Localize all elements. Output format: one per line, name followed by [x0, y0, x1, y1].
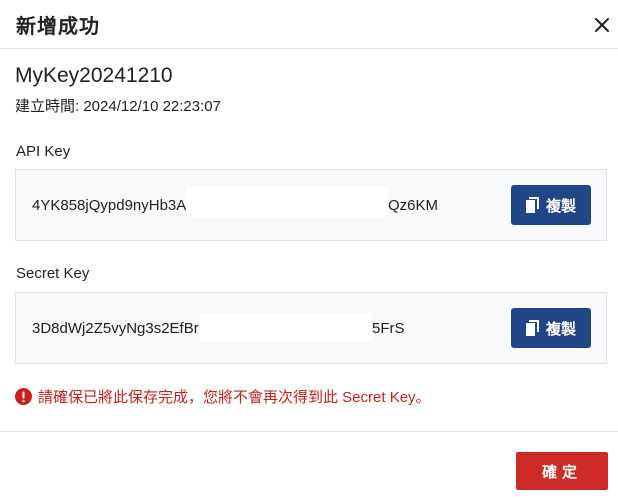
- api-key-box: 4YK858jQypd9nyHb3A Qz6KM 複製: [15, 169, 607, 241]
- copy-label: 複製: [545, 320, 576, 338]
- created-value: 2024/12/10 22:23:07: [83, 98, 221, 115]
- copy-secret-key-button[interactable]: 複製: [511, 308, 591, 348]
- footer-divider: [0, 431, 618, 432]
- warning-text: 請確保已將此保存完成，您將不會再次得到此 Secret Key。: [38, 389, 431, 406]
- success-dialog: 新增成功 MyKey20241210 建立時間: 2024/12/10 22:2…: [0, 0, 618, 499]
- key-name: MyKey20241210: [15, 64, 173, 87]
- secret-key-label: Secret Key: [16, 265, 90, 282]
- copy-api-key-button[interactable]: 複製: [511, 185, 591, 225]
- created-label: 建立時間:: [15, 98, 80, 115]
- api-key-value-end: Qz6KM: [388, 197, 439, 214]
- copy-label: 複製: [545, 197, 576, 215]
- confirm-button[interactable]: 確定: [516, 452, 608, 490]
- created-time: 建立時間: 2024/12/10 22:23:07: [15, 95, 221, 116]
- warning-circle-icon: [15, 388, 32, 405]
- warning-message: 請確保已將此保存完成，您將不會再次得到此 Secret Key。: [15, 386, 431, 407]
- secret-key-box: 3D8dWj2Z5vyNg3s2EfBr 5FrS 複製: [15, 292, 607, 364]
- close-icon[interactable]: [592, 15, 612, 35]
- copy-icon: [525, 197, 539, 213]
- dialog-title: 新增成功: [16, 16, 100, 38]
- copy-icon: [525, 320, 539, 336]
- api-key-label: API Key: [16, 143, 71, 160]
- api-key-redaction: [186, 187, 388, 217]
- secret-key-value-end: 5FrS: [372, 320, 405, 337]
- secret-key-redaction: [200, 313, 372, 341]
- secret-key-value-start: 3D8dWj2Z5vyNg3s2EfBr: [32, 320, 199, 337]
- dialog-header: 新增成功: [0, 0, 618, 49]
- api-key-value-start: 4YK858jQypd9nyHb3A: [32, 197, 187, 214]
